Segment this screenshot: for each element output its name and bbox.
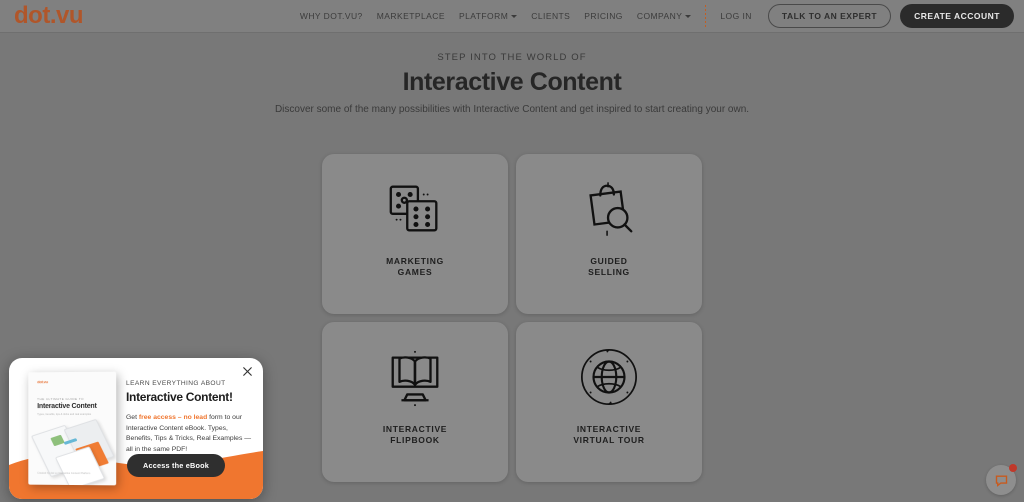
ebook-kicker: THE ULTIMATE GUIDE TO: [37, 396, 84, 402]
nav-label: PLATFORM: [458, 11, 509, 21]
nav-item-company[interactable]: COMPANY: [630, 11, 699, 21]
nav-label: PRICING: [584, 11, 623, 21]
popup-description: Get free access – no lead form to our In…: [126, 413, 254, 455]
dice-icon: [384, 178, 446, 240]
popup-text-block: LEARN EVERYTHING ABOUT Interactive Conte…: [126, 380, 254, 455]
access-ebook-button[interactable]: Access the eBook: [127, 454, 226, 477]
chevron-down-icon: [511, 15, 518, 18]
create-account-button[interactable]: CREATE ACCOUNT: [900, 4, 1014, 28]
card-label: GUIDED SELLING: [588, 256, 630, 278]
chat-notification-badge: [1009, 464, 1017, 472]
ebook-subtitle: Types, benefits, tips & tricks and real …: [37, 412, 92, 417]
card-label: INTERACTIVE FLIPBOOK: [382, 424, 448, 446]
card-marketing-games[interactable]: MARKETING GAMES: [322, 154, 508, 314]
popup-title: Interactive Content!: [126, 390, 233, 404]
card-label: INTERACTIVE VIRTUAL TOUR: [573, 424, 645, 446]
card-label: MARKETING GAMES: [386, 256, 444, 278]
login-link[interactable]: LOG IN: [713, 11, 759, 21]
hero-subtitle: Discover some of the many possibilities …: [274, 103, 750, 115]
content-type-grid: MARKETING GAMES GUIDED SELLING INTERACTI…: [322, 154, 702, 482]
chat-widget-button[interactable]: [986, 464, 1017, 495]
hero-eyebrow: STEP INTO THE WORLD OF: [437, 52, 587, 63]
close-icon: [243, 367, 252, 376]
ebook-title: Interactive Content: [37, 402, 97, 411]
chat-bubble-icon: [995, 474, 1007, 487]
ebook-popup: dot.vu THE ULTIMATE GUIDE TO Interactive…: [9, 358, 263, 499]
ebook-logo: dot.vu: [37, 379, 48, 385]
talk-to-expert-button[interactable]: TALK TO AN EXPERT: [767, 4, 892, 28]
site-logo[interactable]: dot.vu: [14, 4, 84, 28]
page-root: dot.vu WHY DOT.VU? MARKETPLACE PLATFORM …: [0, 0, 1024, 502]
ebook-footer: Created by dot.vu Interactive Content Pl…: [37, 471, 91, 476]
card-interactive-flipbook[interactable]: INTERACTIVE FLIPBOOK: [322, 322, 508, 482]
nav-item-clients[interactable]: CLIENTS: [524, 11, 577, 21]
nav-label: COMPANY: [636, 11, 683, 21]
popup-close-button[interactable]: [241, 365, 254, 378]
page-title: Interactive Content: [402, 68, 622, 96]
card-interactive-virtual-tour[interactable]: INTERACTIVE VIRTUAL TOUR: [516, 322, 702, 482]
nav-label: MARKETPLACE: [376, 11, 445, 21]
ebook-cover-image: dot.vu THE ULTIMATE GUIDE TO Interactive…: [28, 371, 117, 486]
shopping-bag-magnifier-icon: [578, 178, 640, 240]
nav-divider: [705, 5, 707, 27]
main-navigation: WHY DOT.VU? MARKETPLACE PLATFORM CLIENTS…: [293, 0, 1024, 32]
nav-item-platform[interactable]: PLATFORM: [452, 11, 524, 21]
login-label: LOG IN: [720, 11, 752, 21]
nav-item-why-dotvu[interactable]: WHY DOT.VU?: [293, 11, 370, 21]
book-on-monitor-icon: [384, 346, 446, 408]
site-header: dot.vu WHY DOT.VU? MARKETPLACE PLATFORM …: [0, 0, 1024, 33]
globe-orbit-icon: [578, 346, 640, 408]
chevron-down-icon: [685, 15, 692, 18]
hero-section: STEP INTO THE WORLD OF Interactive Conte…: [0, 52, 1024, 117]
nav-item-pricing[interactable]: PRICING: [577, 11, 630, 21]
popup-desc-highlight: free access – no lead: [138, 414, 208, 421]
card-guided-selling[interactable]: GUIDED SELLING: [516, 154, 702, 314]
nav-label: CLIENTS: [531, 11, 571, 21]
nav-label: WHY DOT.VU?: [299, 11, 363, 21]
popup-desc-before: Get: [126, 414, 139, 421]
nav-item-marketplace[interactable]: MARKETPLACE: [370, 11, 452, 21]
popup-kicker: LEARN EVERYTHING ABOUT: [126, 380, 226, 387]
